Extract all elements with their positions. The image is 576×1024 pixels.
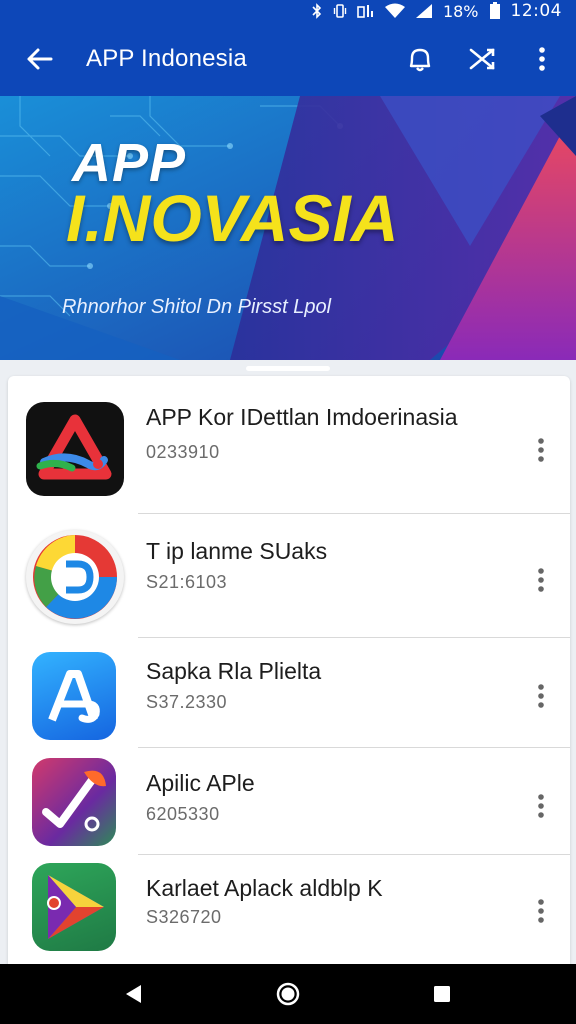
app-meta: 6205330 [146, 804, 220, 824]
data-signal-icon [357, 3, 375, 19]
more-vert-icon[interactable] [526, 788, 556, 824]
list-item[interactable]: T ip lanme SUaks S21:6103 [8, 514, 570, 638]
battery-text: 18% [442, 1, 479, 21]
app-meta: 0233910 [146, 442, 220, 462]
notification-icon[interactable] [403, 42, 437, 76]
app-list: APP Kor IDettlan Imdoerinasia 0233910 T … [8, 376, 570, 966]
cell-signal-icon [415, 3, 433, 19]
wifi-icon [384, 3, 405, 19]
banner-title-line2: I.NOVASIA [66, 181, 399, 255]
list-item[interactable]: APP Kor IDettlan Imdoerinasia 0233910 [8, 376, 570, 514]
red-triangle-app-icon[interactable] [26, 402, 124, 496]
list-item[interactable]: Sapka Rla Plielta S37.2330 [8, 638, 570, 748]
letter-a-app-icon[interactable] [32, 652, 116, 740]
play-triangle-app-icon[interactable] [32, 863, 116, 951]
more-vert-icon[interactable] [526, 432, 556, 468]
list-item[interactable]: Karlaet Aplack aldblp K S326720 [8, 855, 570, 966]
app-name: Apilic APle [146, 770, 255, 796]
shuffle-icon[interactable] [465, 42, 499, 76]
app-meta: S326720 [146, 907, 222, 927]
battery-icon [489, 2, 501, 20]
recents-square-icon[interactable] [426, 978, 458, 1010]
app-name: Sapka Rla Plielta [146, 658, 322, 684]
circle-d-app-icon[interactable] [26, 530, 124, 624]
more-vert-icon[interactable] [526, 562, 556, 598]
status-bar: 18% 12:04 [0, 0, 576, 22]
system-nav-bar [0, 964, 576, 1024]
app-name: APP Kor IDettlan Imdoerinasia [146, 404, 458, 430]
more-vert-icon[interactable] [526, 678, 556, 714]
phone-feather-app-icon[interactable] [32, 758, 116, 846]
home-circle-icon[interactable] [272, 978, 304, 1010]
app-meta: S37.2330 [146, 692, 228, 712]
app-bar: APP Indonesia [0, 22, 576, 96]
back-triangle-icon[interactable] [118, 978, 150, 1010]
banner-subtitle: Rhnorhor Shitol Dn Pirsst Lpol [62, 296, 332, 318]
back-arrow-icon[interactable] [22, 42, 56, 76]
app-name: Karlaet Aplack aldblp K [146, 875, 383, 901]
sheet-drag-handle[interactable] [246, 366, 330, 371]
bluetooth-icon [311, 3, 323, 19]
page-title: APP Indonesia [86, 45, 247, 72]
more-vert-icon[interactable] [525, 42, 559, 76]
list-item[interactable]: Apilic APle 6205330 [8, 748, 570, 854]
app-meta: S21:6103 [146, 572, 228, 592]
clock: 12:04 [510, 1, 562, 21]
vibrate-icon [333, 3, 347, 19]
hero-banner[interactable]: APP I.NOVASIA Rhnorhor Shitol Dn Pirsst … [0, 96, 576, 360]
more-vert-icon[interactable] [526, 893, 556, 929]
app-name: T ip lanme SUaks [146, 538, 328, 564]
